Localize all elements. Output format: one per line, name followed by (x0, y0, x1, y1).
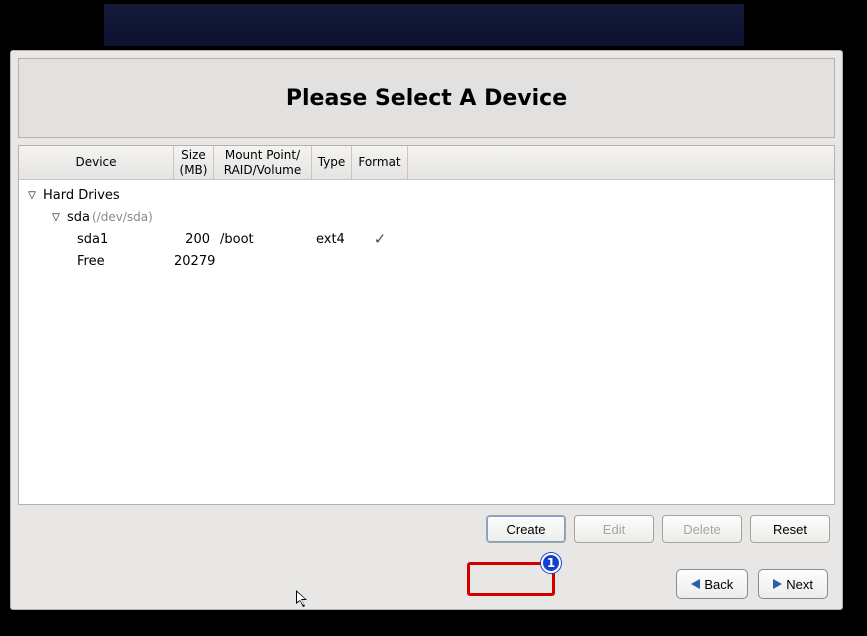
col-size-label1: Size (181, 148, 206, 162)
col-device-label: Device (75, 155, 116, 169)
annotation-number: 1 (547, 556, 555, 570)
disk-path: (/dev/sda) (92, 210, 153, 224)
next-label: Next (786, 577, 813, 592)
cell-device: sda1 (19, 232, 174, 247)
table-header: Device Size (MB) Mount Point/ RAID/Volum… (19, 146, 834, 180)
arrow-right-icon (773, 579, 782, 589)
tree-root[interactable]: ▽ Hard Drives (19, 184, 834, 206)
cell-mount: /boot (214, 232, 312, 247)
col-mount-label2: RAID/Volume (224, 163, 302, 177)
col-mount[interactable]: Mount Point/ RAID/Volume (214, 146, 312, 179)
back-label: Back (704, 577, 733, 592)
cell-size: 200 (174, 232, 214, 247)
col-type[interactable]: Type (312, 146, 352, 179)
edit-button: Edit (574, 515, 654, 543)
reset-button[interactable]: Reset (750, 515, 830, 543)
nav-row: Back Next (676, 569, 828, 599)
col-mount-label1: Mount Point/ (225, 148, 300, 162)
collapse-icon[interactable]: ▽ (25, 190, 39, 201)
col-size-label2: (MB) (180, 163, 208, 177)
col-device[interactable]: Device (19, 146, 174, 179)
cell-device: Free (19, 254, 174, 269)
col-type-label: Type (318, 155, 346, 169)
annotation-badge: 1 (541, 553, 561, 573)
disk-label: sda (67, 210, 90, 225)
table-row[interactable]: Free 20279 (19, 250, 834, 272)
collapse-icon[interactable]: ▽ (49, 212, 63, 223)
col-format-label: Format (358, 155, 400, 169)
tree-disk[interactable]: ▽ sda (/dev/sda) (19, 206, 834, 228)
table-row[interactable]: sda1 200 /boot ext4 ✓ (19, 228, 834, 250)
back-button[interactable]: Back (676, 569, 748, 599)
top-banner (104, 4, 744, 46)
page-title: Please Select A Device (286, 86, 567, 111)
arrow-left-icon (691, 579, 700, 589)
title-panel: Please Select A Device (18, 58, 835, 138)
action-row: Create Edit Delete Reset (11, 505, 842, 543)
check-icon: ✓ (352, 230, 408, 248)
next-button[interactable]: Next (758, 569, 828, 599)
col-format[interactable]: Format (352, 146, 408, 179)
cell-size: 20279 (174, 254, 214, 269)
cell-type: ext4 (312, 232, 352, 247)
col-size[interactable]: Size (MB) (174, 146, 214, 179)
tree-root-label: Hard Drives (43, 188, 120, 203)
device-table-frame: Device Size (MB) Mount Point/ RAID/Volum… (18, 145, 835, 505)
device-tree[interactable]: ▽ Hard Drives ▽ sda (/dev/sda) sda1 200 … (19, 180, 834, 276)
create-button[interactable]: Create (486, 515, 566, 543)
delete-button: Delete (662, 515, 742, 543)
partition-window: Please Select A Device Device Size (MB) … (10, 50, 843, 610)
